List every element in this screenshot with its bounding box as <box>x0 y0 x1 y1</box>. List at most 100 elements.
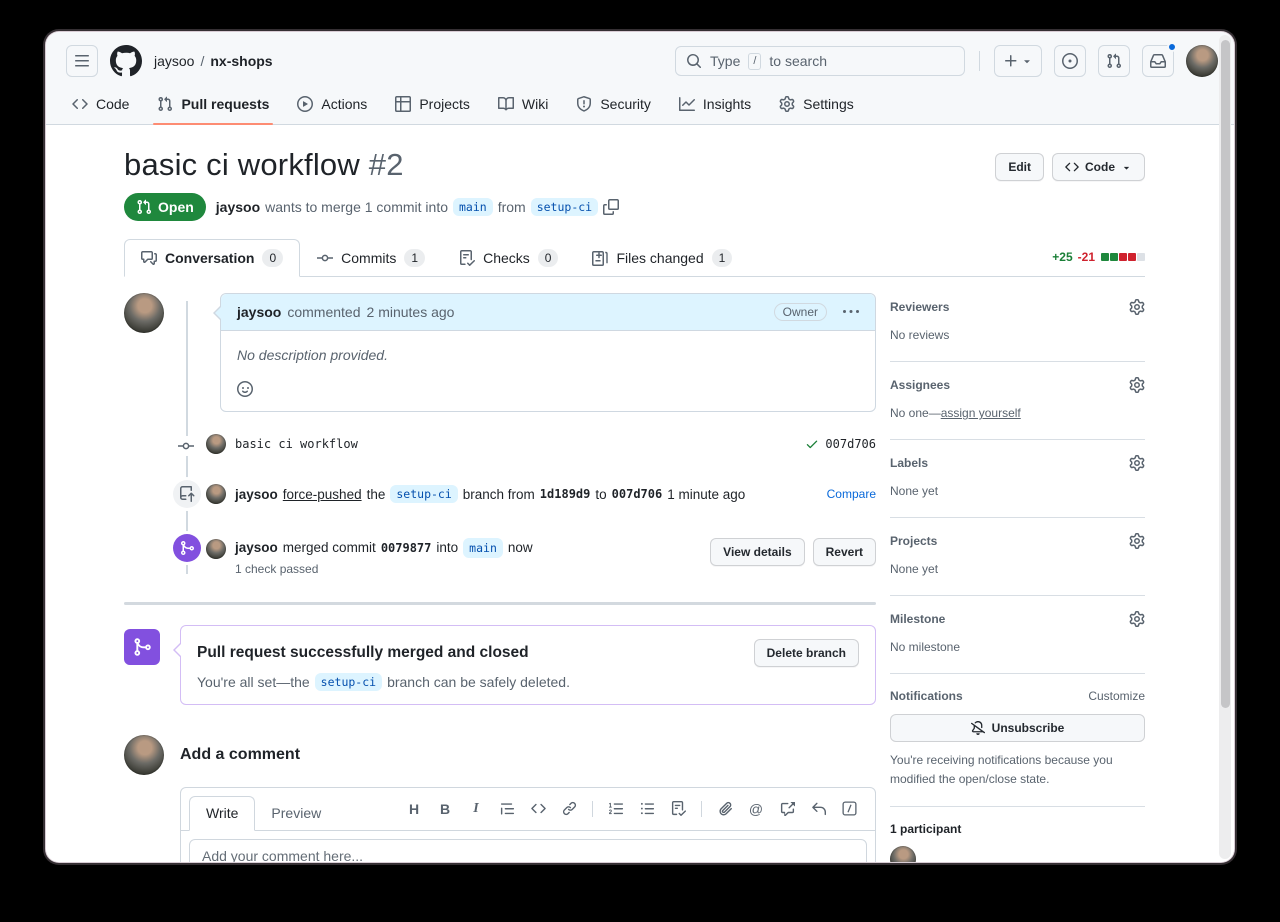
edit-button[interactable]: Edit <box>995 153 1044 181</box>
pull-requests-button[interactable] <box>1098 45 1130 77</box>
head-branch-chip[interactable]: setup-ci <box>531 198 598 216</box>
merged-banner-title: Pull request successfully merged and clo… <box>197 644 529 662</box>
nav-tab-code[interactable]: Code <box>58 88 143 124</box>
unsubscribe-button[interactable]: Unsubscribe <box>890 714 1145 742</box>
search-input[interactable]: Type / to search <box>675 46 965 76</box>
tab-counter: 0 <box>262 249 283 267</box>
bell-slash-icon <box>971 721 985 735</box>
code-button[interactable] <box>530 801 546 817</box>
delete-branch-button[interactable]: Delete branch <box>754 639 859 667</box>
slash-key-hint: / <box>748 53 761 70</box>
gear-icon[interactable] <box>1129 533 1145 549</box>
book-icon <box>498 96 514 112</box>
comment-textarea[interactable] <box>189 839 867 862</box>
pr-timeline: jaysoo commented 2 minutes ago Owner No … <box>124 277 876 578</box>
header-divider <box>979 51 980 71</box>
tab-commits[interactable]: Commits 1 <box>300 239 442 277</box>
pr-author[interactable]: jaysoo <box>216 199 260 215</box>
user-avatar[interactable] <box>1186 45 1218 77</box>
nav-tab-settings[interactable]: Settings <box>765 88 868 124</box>
nav-tab-security[interactable]: Security <box>562 88 665 124</box>
tab-write[interactable]: Write <box>189 796 255 831</box>
scrollbar-thumb[interactable] <box>1221 40 1230 708</box>
diffstat-additions: +25 <box>1052 250 1072 264</box>
nav-tab-wiki[interactable]: Wiki <box>484 88 562 124</box>
revert-button[interactable]: Revert <box>813 538 876 566</box>
commit-message-link[interactable]: basic ci workflow <box>235 437 358 451</box>
actor-login[interactable]: jaysoo <box>235 487 278 502</box>
base-branch-chip[interactable]: main <box>453 198 493 216</box>
italic-button[interactable]: I <box>468 801 484 817</box>
quote-button[interactable] <box>499 801 515 817</box>
git-merge-icon <box>173 534 201 562</box>
owner-badge[interactable]: Owner <box>774 303 827 321</box>
copy-icon[interactable] <box>603 199 619 215</box>
comment-author[interactable]: jaysoo <box>237 304 281 320</box>
view-details-button[interactable]: View details <box>710 538 804 566</box>
inbox-button[interactable] <box>1142 45 1174 77</box>
actor-avatar[interactable] <box>206 484 226 504</box>
new-sha[interactable]: 007d706 <box>612 487 663 501</box>
head-branch-chip[interactable]: setup-ci <box>390 485 457 503</box>
nav-tab-projects[interactable]: Projects <box>381 88 484 124</box>
head-branch-chip[interactable]: setup-ci <box>315 673 382 691</box>
compare-link[interactable]: Compare <box>827 487 876 501</box>
actor-login[interactable]: jaysoo <box>235 539 278 558</box>
pr-state-badge: Open <box>124 193 206 221</box>
git-pull-request-icon <box>136 199 152 215</box>
create-new-button[interactable] <box>994 45 1042 77</box>
github-logo-icon[interactable] <box>110 45 142 77</box>
cross-reference-button[interactable] <box>779 801 795 817</box>
assign-yourself-link[interactable]: assign yourself <box>941 406 1021 420</box>
force-pushed-label[interactable]: force-pushed <box>283 487 362 502</box>
gear-icon[interactable] <box>1129 299 1145 315</box>
nav-tab-insights[interactable]: Insights <box>665 88 765 124</box>
tab-preview[interactable]: Preview <box>255 797 337 830</box>
slash-commands-button[interactable] <box>841 801 857 817</box>
heading-button[interactable]: H <box>406 801 422 817</box>
customize-link[interactable]: Customize <box>1088 689 1145 703</box>
participant-avatar[interactable] <box>890 846 916 862</box>
issue-opened-icon <box>1062 53 1078 69</box>
saved-replies-button[interactable] <box>810 801 826 817</box>
attach-file-button[interactable] <box>717 801 733 817</box>
nav-tab-pull-requests[interactable]: Pull requests <box>143 88 283 124</box>
commit-author-avatar[interactable] <box>206 434 226 454</box>
task-list-button[interactable] <box>670 801 686 817</box>
kebab-menu-icon[interactable] <box>843 304 859 320</box>
scrollbar-track[interactable] <box>1219 35 1231 859</box>
gear-icon[interactable] <box>1129 377 1145 393</box>
link-icon <box>562 801 577 816</box>
breadcrumb-owner[interactable]: jaysoo <box>154 53 194 69</box>
merged-commit-sha[interactable]: 0079877 <box>381 540 432 557</box>
issues-button[interactable] <box>1054 45 1086 77</box>
add-reaction-button[interactable] <box>237 381 253 397</box>
merged-banner-subtext: You're all set—the setup-ci branch can b… <box>197 673 859 691</box>
code-dropdown-button[interactable]: Code <box>1052 153 1145 181</box>
gear-icon[interactable] <box>1129 611 1145 627</box>
chevron-down-icon <box>1121 162 1132 173</box>
hamburger-menu-button[interactable] <box>66 45 98 77</box>
actor-avatar[interactable] <box>206 539 226 559</box>
comment-author-avatar[interactable] <box>124 293 164 333</box>
numbered-list-button[interactable] <box>608 801 624 817</box>
check-icon[interactable] <box>805 437 819 451</box>
tab-conversation[interactable]: Conversation 0 <box>124 239 300 277</box>
tab-files-changed[interactable]: Files changed 1 <box>575 239 749 277</box>
base-branch-chip[interactable]: main <box>463 538 503 558</box>
commit-sha-link[interactable]: 007d706 <box>825 437 876 451</box>
comment-timestamp[interactable]: 2 minutes ago <box>367 304 455 320</box>
breadcrumb-repo[interactable]: nx-shops <box>210 53 272 69</box>
pr-title: basic ci workflow #2 <box>124 147 404 183</box>
mention-button[interactable]: @ <box>748 801 764 817</box>
gear-icon[interactable] <box>1129 455 1145 471</box>
tab-checks[interactable]: Checks 0 <box>442 239 575 277</box>
code-icon <box>72 96 88 112</box>
git-commit-icon <box>178 436 194 456</box>
bold-button[interactable]: B <box>437 801 453 817</box>
check-status-text[interactable]: 1 check passed <box>235 561 533 578</box>
link-button[interactable] <box>561 801 577 817</box>
nav-tab-actions[interactable]: Actions <box>283 88 381 124</box>
bullet-list-button[interactable] <box>639 801 655 817</box>
old-sha[interactable]: 1d189d9 <box>540 487 591 501</box>
